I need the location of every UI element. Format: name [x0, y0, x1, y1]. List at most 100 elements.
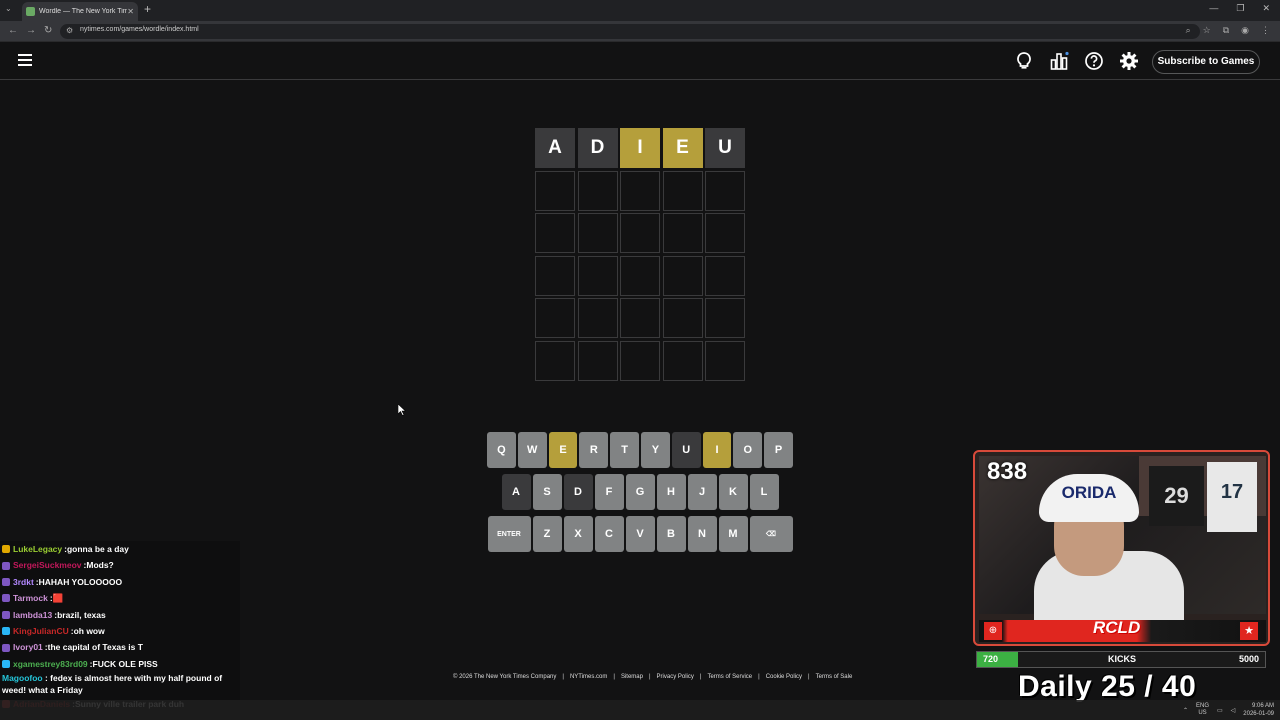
chat-username[interactable]: Ivory01: [13, 639, 43, 655]
key-b[interactable]: B: [656, 516, 686, 552]
hamburger-menu-icon[interactable]: [18, 54, 32, 66]
chat-username[interactable]: SergeiSuckmeov: [13, 557, 82, 573]
key-w[interactable]: W: [517, 432, 547, 468]
key-p[interactable]: P: [764, 432, 793, 468]
close-window-icon[interactable]: ✕: [1262, 3, 1270, 14]
board-tile: [577, 340, 618, 381]
chat-badge-icon: [2, 561, 10, 570]
key-t[interactable]: T: [610, 432, 639, 468]
key-s[interactable]: S: [532, 474, 562, 510]
language-code: ENG: [1195, 703, 1209, 709]
key-d[interactable]: D: [563, 474, 593, 510]
profile-icon[interactable]: ◉: [1241, 25, 1249, 36]
key-g[interactable]: G: [625, 474, 655, 510]
chat-username[interactable]: xgamestrey83rd09: [13, 656, 88, 672]
footer-separator: |: [699, 674, 702, 680]
forward-icon[interactable]: →: [26, 25, 36, 36]
zoom-icon[interactable]: ⌕: [1186, 25, 1191, 36]
footer-link[interactable]: © 2026 The New York Times Company: [453, 674, 556, 680]
footer-link[interactable]: Sitemap: [621, 674, 643, 680]
chat-username[interactable]: 3rdkt: [13, 574, 34, 590]
chat-message: SergeiSuckmeov : Mods?: [0, 557, 240, 573]
board-tile: [535, 340, 575, 381]
key-f[interactable]: F: [594, 474, 624, 510]
key-q[interactable]: Q: [487, 432, 516, 468]
daily-counter: Daily 25 / 40: [1018, 670, 1197, 703]
chat-username[interactable]: lambda13: [13, 607, 52, 623]
kicks-goal-bar: 720 KICKS 5000: [976, 651, 1266, 668]
system-tray: ⌃ ENG US ▭ ◁ 9:06 AM 2026-01-09: [1183, 702, 1274, 718]
enter-key[interactable]: ENTER: [487, 516, 531, 552]
chat-badge-icon: [2, 643, 10, 652]
key-u[interactable]: U: [671, 432, 701, 468]
board-tile: [705, 213, 745, 253]
board-tile: U: [705, 128, 745, 168]
hint-lightbulb-icon[interactable]: [1014, 51, 1034, 71]
webcam-overlay: 29 17 ORIDA 838 ⊕ RCLD ★: [973, 450, 1270, 646]
footer-link[interactable]: Terms of Sale: [816, 674, 853, 680]
key-n[interactable]: N: [687, 516, 717, 552]
key-o[interactable]: O: [733, 432, 763, 468]
back-icon[interactable]: ←: [8, 25, 18, 36]
clock-date: 2026-01-09: [1243, 711, 1274, 717]
key-h[interactable]: H: [656, 474, 686, 510]
keyboard-row: ENTER Z X C V B N M ⌫: [487, 516, 793, 552]
key-r[interactable]: R: [579, 432, 609, 468]
star-icon: ★: [1240, 622, 1258, 640]
os-taskbar: ⌃ ENG US ▭ ◁ 9:06 AM 2026-01-09: [0, 700, 1280, 720]
key-j[interactable]: J: [687, 474, 717, 510]
new-tab-icon[interactable]: +: [144, 2, 151, 16]
key-c[interactable]: C: [594, 516, 624, 552]
footer-separator: |: [613, 674, 615, 680]
extensions-icon[interactable]: ⧉: [1223, 25, 1229, 36]
footer-link[interactable]: Cookie Policy: [766, 674, 802, 680]
board-tile: [705, 340, 745, 381]
chat-text: brazil, texas: [57, 609, 106, 620]
subscribe-button[interactable]: Subscribe to Games: [1152, 50, 1260, 74]
footer-separator: |: [808, 674, 810, 680]
key-z[interactable]: Z: [532, 516, 562, 552]
chat-username[interactable]: LukeLegacy: [13, 541, 62, 557]
reload-icon[interactable]: ↻: [44, 25, 52, 36]
clock[interactable]: 9:06 AM 2026-01-09: [1243, 702, 1274, 718]
board-tile: [535, 170, 575, 211]
bookmark-star-icon[interactable]: ☆: [1203, 25, 1211, 36]
key-x[interactable]: X: [563, 516, 593, 552]
site-info-icon[interactable]: ⚙: [66, 26, 73, 35]
statistics-icon[interactable]: [1049, 51, 1069, 71]
board-tile: [535, 255, 575, 296]
settings-gear-icon[interactable]: [1119, 51, 1139, 71]
game-header: Subscribe to Games: [0, 42, 1280, 80]
key-i[interactable]: I: [702, 432, 732, 468]
tray-chevron-icon[interactable]: ⌃: [1183, 707, 1188, 714]
chat-username[interactable]: KingJulianCU: [13, 623, 69, 639]
key-v[interactable]: V: [625, 516, 655, 552]
key-l[interactable]: L: [749, 474, 779, 510]
board-tile: [662, 340, 703, 381]
backspace-key-icon[interactable]: ⌫: [749, 516, 793, 552]
browser-menu-icon[interactable]: ⋮: [1261, 25, 1270, 36]
key-m[interactable]: M: [718, 516, 748, 552]
key-y[interactable]: Y: [641, 432, 670, 468]
footer-separator: |: [648, 674, 651, 680]
minimize-icon[interactable]: —: [1209, 3, 1218, 14]
language-indicator[interactable]: ENG US: [1196, 703, 1209, 717]
footer-link[interactable]: NYTimes.com: [570, 674, 607, 680]
tab-search-icon[interactable]: ⌄: [5, 4, 12, 13]
close-tab-icon[interactable]: ✕: [127, 7, 134, 16]
footer-link[interactable]: Privacy Policy: [657, 674, 694, 680]
browser-tab[interactable]: Wordle — The New York Times ✕: [22, 2, 138, 21]
board-tile: [620, 213, 660, 253]
footer-link[interactable]: Terms of Service: [707, 674, 752, 680]
board-tile: [662, 298, 703, 338]
url-field[interactable]: ⚙ nytimes.com/games/wordle/index.html: [60, 24, 1200, 39]
network-icon[interactable]: ▭: [1217, 707, 1223, 714]
volume-icon[interactable]: ◁: [1231, 707, 1236, 714]
key-k[interactable]: K: [718, 474, 748, 510]
chat-username[interactable]: Tarmock: [13, 590, 48, 606]
chat-username[interactable]: Magoofoo: [2, 673, 43, 683]
restore-icon[interactable]: ❐: [1236, 3, 1244, 14]
key-e[interactable]: E: [548, 432, 578, 468]
key-a[interactable]: A: [501, 474, 531, 510]
help-icon[interactable]: [1084, 51, 1104, 71]
